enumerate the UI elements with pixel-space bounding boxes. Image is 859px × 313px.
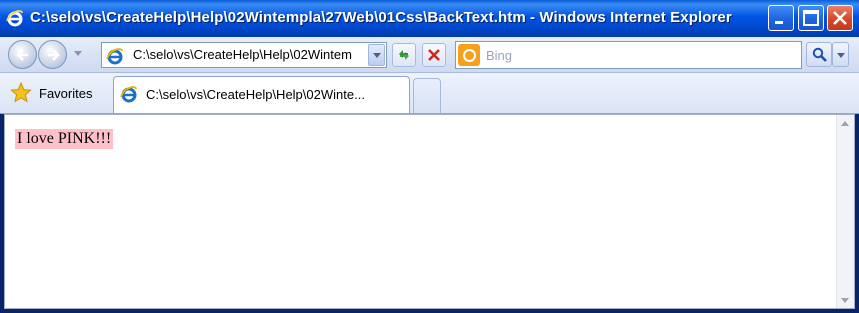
star-icon [10, 81, 32, 103]
recent-pages-dropdown[interactable] [74, 51, 82, 56]
address-bar[interactable]: C:\selo\vs\CreateHelp\Help\02Wintem [101, 42, 387, 68]
refresh-icon [399, 50, 409, 60]
ie-icon [6, 9, 24, 27]
vertical-scrollbar[interactable] [836, 115, 854, 308]
forward-button[interactable] [38, 40, 67, 69]
maximize-icon [803, 10, 819, 26]
browser-window: C:\selo\vs\CreateHelp\Help\02Wintempla\2… [0, 0, 859, 313]
search-options-button[interactable] [832, 42, 849, 67]
window-title: C:\selo\vs\CreateHelp\Help\02Wintempla\2… [30, 9, 732, 26]
bing-icon [458, 44, 480, 66]
ie-icon [106, 47, 124, 70]
search-icon [812, 47, 827, 62]
minimize-icon [775, 21, 783, 24]
back-button[interactable] [8, 40, 37, 69]
stop-button[interactable] [422, 43, 446, 67]
tab-row: Favorites C:\selo\vs\CreateHelp\Help\02W… [0, 73, 859, 114]
page-content: I love PINK!!! [4, 114, 855, 309]
stop-icon [428, 49, 440, 61]
maximize-button[interactable] [798, 5, 824, 31]
search-button[interactable] [806, 42, 832, 67]
forward-arrow-icon [48, 49, 60, 61]
tab-active[interactable]: C:\selo\vs\CreateHelp\Help\02Winte... [113, 76, 410, 113]
favorites-label: Favorites [39, 86, 93, 101]
ie-icon [120, 85, 138, 108]
close-button[interactable] [827, 5, 853, 31]
title-bar[interactable]: C:\selo\vs\CreateHelp\Help\02Wintempla\2… [0, 0, 859, 37]
scroll-down-button[interactable] [837, 292, 853, 308]
address-input[interactable]: C:\selo\vs\CreateHelp\Help\02Wintem [133, 47, 365, 62]
scroll-up-button[interactable] [837, 115, 853, 131]
address-dropdown-button[interactable] [368, 44, 385, 66]
new-tab-button[interactable] [413, 78, 441, 113]
refresh-button[interactable] [392, 43, 416, 67]
back-arrow-icon [16, 49, 28, 61]
close-icon [833, 11, 847, 25]
search-input[interactable]: Bing [486, 48, 512, 63]
search-box[interactable]: Bing [455, 41, 802, 69]
tab-label: C:\selo\vs\CreateHelp\Help\02Winte... [146, 87, 365, 102]
minimize-button[interactable] [768, 5, 794, 31]
page-text: I love PINK!!! [15, 129, 114, 149]
